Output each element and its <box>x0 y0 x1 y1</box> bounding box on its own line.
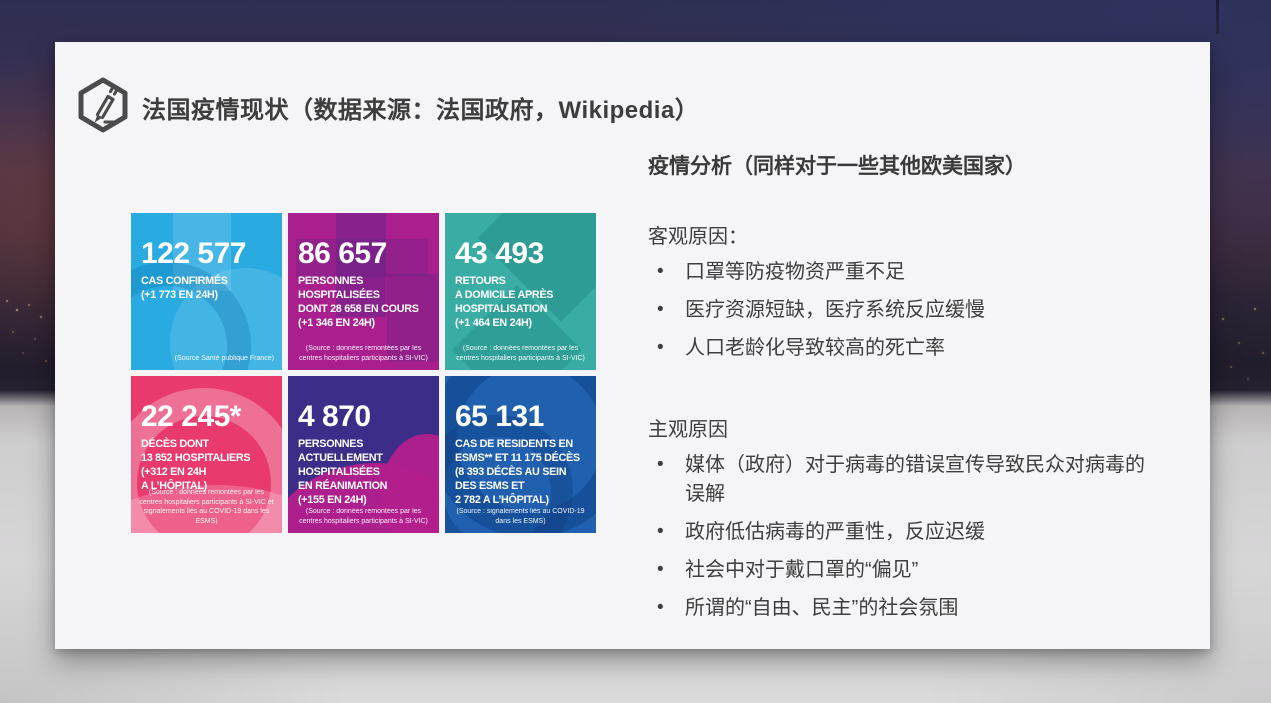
list-item-text: 口罩等防疫物资严重不足 <box>685 261 905 283</box>
stat-tile-reanimation: 4 870 PERSONNES ACTUELLEMENT HOSPITALISÉ… <box>288 376 439 533</box>
list-item-text: 医疗资源短缺，医疗系统反应缓慢 <box>685 299 985 321</box>
stat-source: (Source : données remontées par les cent… <box>453 344 588 364</box>
bullet-icon: • <box>657 296 664 324</box>
bullet-icon: • <box>657 451 664 479</box>
list-item-text: 媒体（政府）对于病毒的错误宣传导致民众对病毒的误解 <box>685 454 1145 505</box>
stat-tile-cas-confirmes: 122 577 CAS CONFIRMÉS (+1 773 EN 24H) (S… <box>131 213 282 370</box>
stat-tile-esms: 65 131 CAS DE RESIDENTS EN ESMS** ET 11 … <box>445 376 596 533</box>
stat-source: (Source : données remontées par les cent… <box>296 344 431 364</box>
stat-number: 65 131 <box>455 400 586 434</box>
list-item: • 口罩等防疫物资严重不足 <box>648 258 1153 287</box>
list-item: • 社会中对于戴口罩的“偏见” <box>648 556 1153 585</box>
analysis-heading: 疫情分析（同样对于一些其他欧美国家） <box>648 150 1153 180</box>
presentation-slide: 法国疫情现状（数据来源：法国政府，Wikipedia） 122 577 CAS … <box>55 42 1210 649</box>
list-item: • 所谓的“自由、民主”的社会氛围 <box>648 594 1153 623</box>
stat-number: 43 493 <box>455 237 586 271</box>
list-item-text: 人口老龄化导致较高的死亡率 <box>685 337 945 359</box>
stat-source: (Source : données remontées par les cent… <box>296 507 431 527</box>
bullet-icon: • <box>657 594 664 622</box>
list-item: • 医疗资源短缺，医疗系统反应缓慢 <box>648 296 1153 325</box>
stat-tile-hospitalisees: 86 657 PERSONNES HOSPITALISÉES DONT 28 6… <box>288 213 439 370</box>
stat-number: 4 870 <box>298 400 429 434</box>
slide-title: 法国疫情现状（数据来源：法国政府，Wikipedia） <box>142 90 699 125</box>
list-item: • 政府低估病毒的严重性，反应迟缓 <box>648 518 1153 547</box>
stat-label: PERSONNES HOSPITALISÉES DONT 28 658 EN C… <box>298 274 429 330</box>
stat-label: PERSONNES ACTUELLEMENT HOSPITALISÉES EN … <box>298 437 429 507</box>
stat-number: 22 245* <box>141 400 272 434</box>
pencil-hexagon-icon <box>77 77 129 133</box>
list-item-text: 政府低估病毒的严重性，反应迟缓 <box>685 521 985 543</box>
list-item-text: 所谓的“自由、民主”的社会氛围 <box>685 597 958 619</box>
objective-reasons-title: 客观原因： <box>648 220 1153 249</box>
objective-reasons-list: • 口罩等防疫物资严重不足 • 医疗资源短缺，医疗系统反应缓慢 • 人口老龄化导致较高… <box>648 258 1153 363</box>
stat-label: CAS CONFIRMÉS (+1 773 EN 24H) <box>141 274 272 302</box>
stat-number: 122 577 <box>141 237 272 271</box>
bullet-icon: • <box>657 258 664 286</box>
list-item: • 媒体（政府）对于病毒的错误宣传导致民众对病毒的误解 <box>648 451 1153 509</box>
list-item: • 人口老龄化导致较高的死亡率 <box>648 334 1153 363</box>
stat-source: (Source : signalements liés au COVID-19 … <box>453 507 588 527</box>
subjective-reasons-list: • 媒体（政府）对于病毒的错误宣传导致民众对病毒的误解 • 政府低估病毒的严重性，反… <box>648 451 1153 623</box>
bullet-icon: • <box>657 556 664 584</box>
stat-label: DÉCÈS DONT 13 852 HOSPITALIERS (+312 EN … <box>141 437 272 493</box>
stat-number: 86 657 <box>298 237 429 271</box>
bullet-icon: • <box>657 518 664 546</box>
stat-tiles-grid: 122 577 CAS CONFIRMÉS (+1 773 EN 24H) (S… <box>131 213 596 533</box>
subjective-reasons-title: 主观原因 <box>648 413 1153 442</box>
stat-tile-retours-domicile: 43 493 RETOURS A DOMICILE APRÈS HOSPITAL… <box>445 213 596 370</box>
list-item-text: 社会中对于戴口罩的“偏见” <box>685 559 918 581</box>
stat-label: CAS DE RESIDENTS EN ESMS** ET 11 175 DÉC… <box>455 437 586 507</box>
analysis-panel: 疫情分析（同样对于一些其他欧美国家） 客观原因： • 口罩等防疫物资严重不足 • 医… <box>648 150 1153 632</box>
stat-source: (Source Santé publique France) <box>139 354 274 364</box>
stat-label: RETOURS A DOMICILE APRÈS HOSPITALISATION… <box>455 274 586 330</box>
stat-tile-deces: 22 245* DÉCÈS DONT 13 852 HOSPITALIERS (… <box>131 376 282 533</box>
bullet-icon: • <box>657 334 664 362</box>
stat-source: (Source : données remontées par les cent… <box>139 488 274 527</box>
